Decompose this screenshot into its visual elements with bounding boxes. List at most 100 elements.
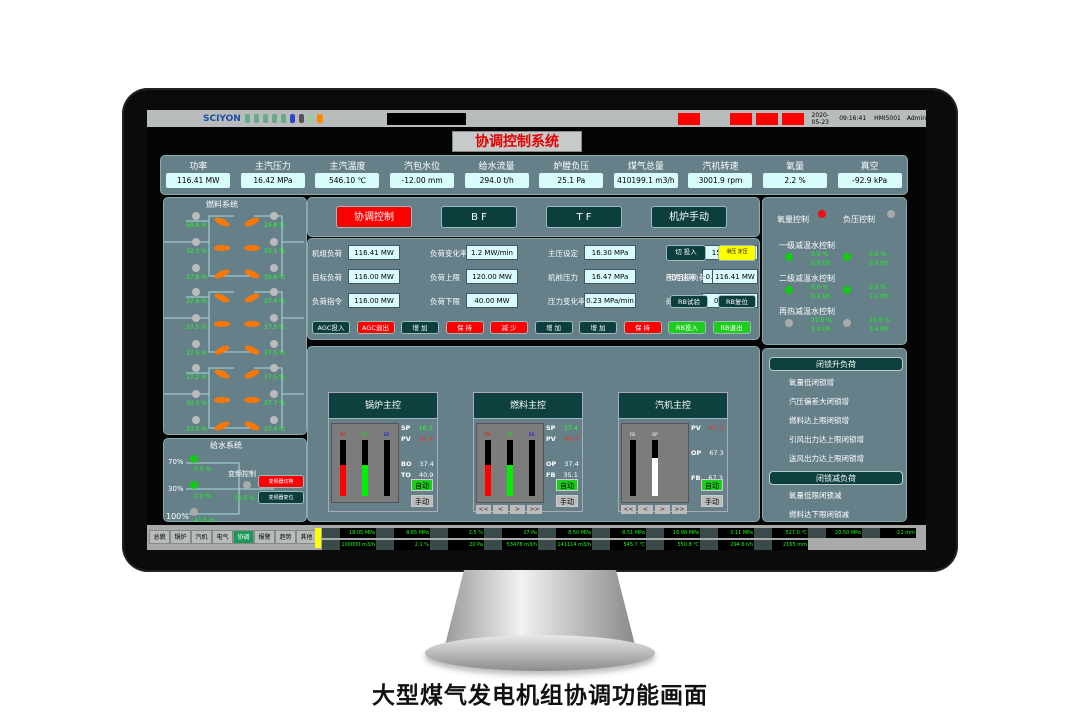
mode-button[interactable]: 协调控制 — [336, 206, 412, 228]
print-icon[interactable] — [262, 114, 269, 123]
setting-button[interactable]: 保 持 — [445, 321, 484, 334]
report-icon[interactable] — [308, 114, 314, 123]
manual-button[interactable]: 手动 — [411, 495, 433, 507]
setting-button[interactable]: 减 少 — [490, 321, 528, 334]
burner-valve-icon[interactable] — [270, 340, 278, 348]
setting-value[interactable]: 116.00 MW — [348, 269, 400, 284]
setting-value[interactable]: 1.2 MW/min — [466, 245, 518, 260]
setting-button[interactable]: RB投入 — [668, 321, 706, 334]
param-value: 294.0 t/h — [464, 173, 529, 188]
valve-icon[interactable] — [785, 253, 793, 261]
setting-value[interactable]: 0.23 MPa/min — [584, 293, 636, 308]
alarm-indicator[interactable] — [729, 112, 752, 125]
burner-valve-icon[interactable] — [192, 314, 200, 322]
trend-icon[interactable] — [299, 114, 305, 123]
setting-value[interactable]: 116.00 MW — [348, 293, 400, 308]
nav-button[interactable]: < — [638, 505, 653, 514]
bottom-tab[interactable]: 报警 — [254, 530, 275, 544]
bottom-tab[interactable]: 锅炉 — [170, 530, 191, 544]
burner-valve-icon[interactable] — [270, 416, 278, 424]
auto-button[interactable]: 自动 — [701, 479, 723, 491]
vfd-switch-button[interactable]: 变频器切换 — [258, 475, 304, 488]
setting-value[interactable]: 116.41 MW — [348, 245, 400, 260]
switch-button[interactable]: 切 投入 — [666, 245, 706, 261]
alarm-indicator[interactable] — [703, 112, 726, 125]
nav-button[interactable]: >> — [527, 505, 542, 514]
burner-valve-icon[interactable] — [192, 390, 200, 398]
bottom-tab[interactable]: 总貌 — [149, 530, 170, 544]
burner-valve-icon[interactable] — [192, 364, 200, 372]
nav-button[interactable]: << — [476, 505, 491, 514]
valve-icon[interactable] — [843, 253, 851, 261]
network-icon[interactable] — [253, 114, 259, 123]
setting-button[interactable]: 增 加 — [401, 321, 439, 334]
status-cell: 53478 m3/h — [484, 540, 538, 550]
user-icon[interactable] — [244, 114, 250, 123]
setting-button[interactable]: RB退出 — [712, 321, 751, 334]
burner-valve-icon[interactable] — [192, 288, 200, 296]
setting-button[interactable]: 增 加 — [534, 321, 573, 334]
status-cell: -11 mm — [862, 528, 916, 538]
burner-valve-icon[interactable] — [192, 340, 200, 348]
manual-button[interactable]: 手动 — [701, 495, 723, 507]
burner-valve-icon[interactable] — [270, 390, 278, 398]
auto-button[interactable]: 自动 — [411, 479, 433, 491]
status-value: 100000 m3/h — [340, 540, 376, 550]
nav-button[interactable]: >> — [672, 505, 687, 514]
bottom-tab[interactable]: 协调 — [233, 530, 254, 544]
valve-icon[interactable] — [785, 286, 793, 294]
o2-valve-icon[interactable] — [818, 210, 826, 218]
setting-value[interactable]: 40.00 MW — [466, 293, 518, 308]
burner-valve-icon[interactable] — [192, 416, 200, 424]
burner-valve-icon[interactable] — [192, 264, 200, 272]
tools-icon[interactable] — [272, 114, 278, 123]
draft-valve-icon[interactable] — [887, 210, 895, 218]
burner-valve-icon[interactable] — [270, 288, 278, 296]
setting-button[interactable]: 增 加 — [579, 321, 617, 334]
bottom-tab[interactable]: 趋势 — [275, 530, 296, 544]
controllers-panel: 锅炉主控 PV SP ER SP 16.3 PV 16.4 BO 37.4 TO 40.9 自动 手动 燃料… — [307, 346, 760, 522]
readout-value: 40.9 — [563, 435, 579, 443]
setting-button[interactable]: AGC投入 — [312, 321, 350, 334]
burner-valve-icon[interactable] — [192, 238, 200, 246]
rb-reset-button[interactable]: RB复位 — [718, 295, 756, 308]
setting-button[interactable]: AGC退出 — [356, 321, 395, 334]
mode-button[interactable]: B F — [441, 206, 517, 228]
valve-icon[interactable] — [785, 319, 793, 327]
setting-button[interactable]: 保 持 — [623, 321, 662, 334]
flame-icon — [214, 245, 230, 251]
mode-button[interactable]: 机炉手动 — [651, 206, 727, 228]
readout-value: 37.4 — [563, 424, 578, 432]
nav-button[interactable]: << — [621, 505, 636, 514]
alarm-indicator[interactable] — [677, 112, 700, 125]
burner-valve-icon[interactable] — [270, 238, 278, 246]
burner-valve-icon[interactable] — [192, 212, 200, 220]
bar-gauge — [362, 440, 368, 496]
nav-button[interactable]: < — [493, 505, 508, 514]
auto-button[interactable]: 自动 — [556, 479, 578, 491]
manual-button[interactable]: 手动 — [556, 495, 578, 507]
nav-button[interactable]: > — [510, 505, 525, 514]
alarm-bell-icon[interactable] — [317, 114, 323, 123]
mode-button[interactable]: T F — [546, 206, 622, 228]
burner-valve-icon[interactable] — [270, 364, 278, 372]
rb-test-button[interactable]: RB试验 — [670, 295, 708, 308]
setting-value[interactable]: 120.00 MW — [466, 269, 518, 284]
chart-icon[interactable] — [290, 114, 296, 123]
valve-icon[interactable] — [843, 286, 851, 294]
alarm-indicator[interactable] — [755, 112, 778, 125]
bottom-tab[interactable]: 汽机 — [191, 530, 212, 544]
nav-button[interactable]: > — [655, 505, 670, 514]
setting-value[interactable]: 16.47 MPa — [584, 269, 636, 284]
link-icon[interactable] — [281, 114, 287, 123]
vfd-reset-button[interactable]: 变频器复位 — [258, 491, 304, 504]
burner-valve-icon[interactable] — [270, 314, 278, 322]
bottom-tab[interactable]: 其他 — [296, 530, 317, 544]
burner-valve-icon[interactable] — [270, 264, 278, 272]
bar-fill — [340, 465, 346, 496]
burner-valve-icon[interactable] — [270, 212, 278, 220]
valve-icon[interactable] — [843, 319, 851, 327]
setting-value[interactable]: 16.30 MPa — [584, 245, 636, 260]
alarm-indicator[interactable] — [781, 112, 804, 125]
bottom-tab[interactable]: 电气 — [212, 530, 233, 544]
